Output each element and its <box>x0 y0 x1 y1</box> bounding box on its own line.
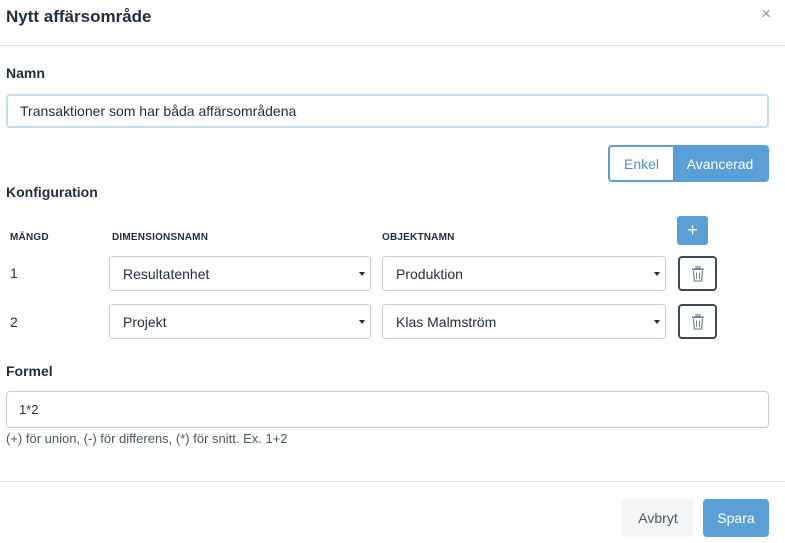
column-header-dimension: DIMENSIONSNAMN <box>112 232 209 243</box>
configuration-label: Konfiguration <box>6 184 98 200</box>
column-header-object: OBJEKTNAMN <box>382 232 455 243</box>
dimension-select-value: Resultatenhet <box>123 265 210 282</box>
delete-row-button[interactable] <box>678 304 717 339</box>
dimension-select[interactable]: Projekt <box>109 304 371 339</box>
footer-divider <box>0 481 785 482</box>
formula-input[interactable] <box>6 391 769 428</box>
trash-icon <box>691 265 704 282</box>
add-row-button[interactable]: + <box>677 216 708 245</box>
formula-label: Formel <box>6 363 53 379</box>
mode-advanced-button[interactable]: Avancerad <box>673 147 767 180</box>
name-label: Namn <box>6 65 45 81</box>
caret-down-icon <box>359 320 365 324</box>
close-icon[interactable]: × <box>761 5 771 22</box>
save-button[interactable]: Spara <box>703 499 769 537</box>
row-set-number: 1 <box>10 265 18 281</box>
object-select-value: Produktion <box>396 265 463 282</box>
name-input[interactable] <box>6 94 769 128</box>
caret-down-icon <box>654 320 660 324</box>
dimension-select-value: Projekt <box>123 313 167 330</box>
cancel-button[interactable]: Avbryt <box>622 499 694 537</box>
dimension-select[interactable]: Resultatenhet <box>109 256 371 291</box>
column-header-set: MÄNGD <box>10 232 49 243</box>
object-select[interactable]: Klas Malmström <box>382 304 666 339</box>
delete-row-button[interactable] <box>678 256 717 291</box>
mode-toggle: Enkel Avancerad <box>608 145 769 182</box>
plus-icon: + <box>687 220 698 240</box>
object-select[interactable]: Produktion <box>382 256 666 291</box>
modal-header: Nytt affärsområde × <box>0 0 785 46</box>
object-select-value: Klas Malmström <box>396 313 497 330</box>
row-set-number: 2 <box>10 314 18 330</box>
mode-simple-button[interactable]: Enkel <box>610 147 673 180</box>
caret-down-icon <box>359 272 365 276</box>
trash-icon <box>691 313 704 330</box>
modal-title: Nytt affärsområde <box>6 7 152 26</box>
formula-help-text: (+) för union, (-) för differens, (*) fö… <box>6 431 288 446</box>
caret-down-icon <box>654 272 660 276</box>
